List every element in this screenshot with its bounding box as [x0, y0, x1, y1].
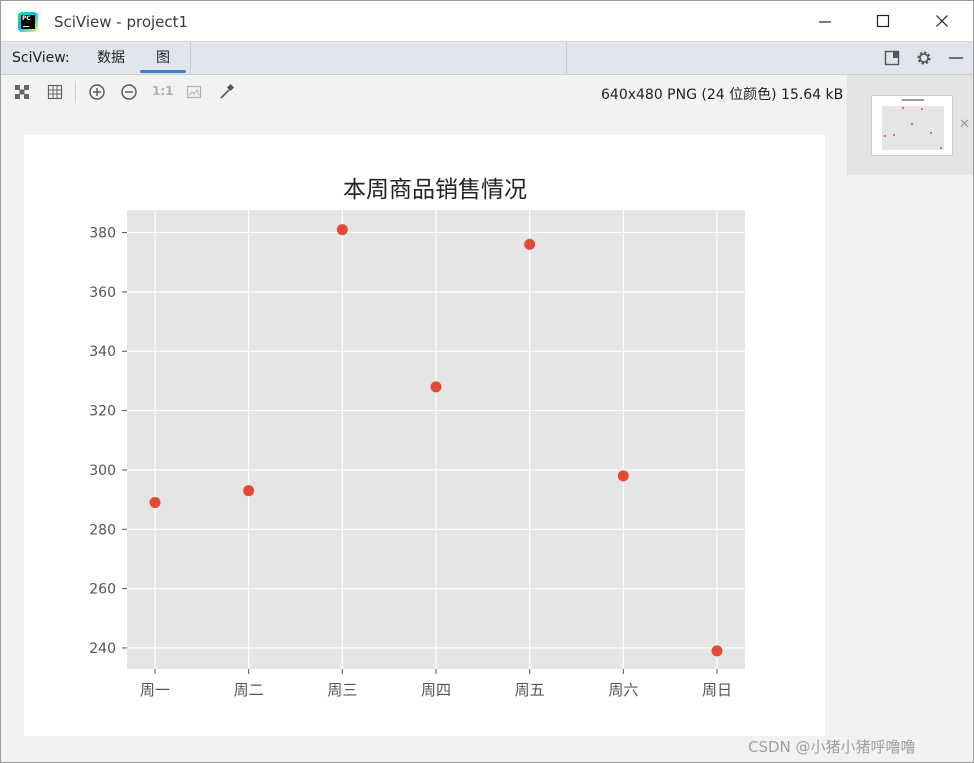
y-tick-label: 340: [89, 344, 116, 360]
hide-panel-icon[interactable]: [947, 49, 965, 67]
y-tick-label: 360: [89, 285, 116, 301]
color-picker-icon[interactable]: [218, 83, 236, 101]
chart-title: 本周商品销售情况: [343, 177, 527, 203]
toolbar-separator: [75, 81, 76, 103]
minimize-button[interactable]: [796, 1, 854, 41]
fit-to-window-icon[interactable]: [13, 83, 31, 101]
plot-image: 240 260 280 300 320 340 360 380 周一 周二 周三 周四 周五 周六 周日 本周…: [24, 135, 825, 736]
grid-icon[interactable]: [46, 83, 64, 101]
y-tick-label: 260: [89, 582, 116, 598]
x-tick-label: 周三: [327, 681, 357, 699]
y-tick-label: 380: [89, 226, 116, 242]
layout-icon[interactable]: [883, 49, 901, 67]
sciview-tab-bar: SciView: 数据 图: [1, 42, 973, 75]
image-info-text: 640x480 PNG (24 位颜色) 15.64 kB: [601, 87, 844, 103]
maximize-button[interactable]: [854, 1, 912, 41]
data-point: [430, 381, 442, 393]
y-tick-label: 280: [89, 522, 116, 538]
close-icon: [936, 15, 948, 27]
fit-zoom-icon[interactable]: [185, 83, 203, 101]
close-button[interactable]: [913, 1, 971, 41]
data-point: [524, 238, 536, 250]
thumbnail-preview: [882, 99, 944, 150]
tab-divider: [190, 42, 191, 74]
zoom-in-icon[interactable]: [88, 83, 106, 101]
sciview-window: PC SciView - project1 SciView: 数据 图 1:1 …: [0, 0, 974, 763]
image-toolbar: 1:1 640x480 PNG (24 位颜色) 15.64 kB: [1, 75, 847, 109]
y-tick-label: 300: [89, 463, 116, 479]
panel-divider: [566, 42, 567, 74]
zoom-out-icon[interactable]: [120, 83, 138, 101]
thumbnail-panel: ✕: [847, 75, 973, 175]
plot-thumbnail[interactable]: [871, 95, 953, 156]
x-tick-label: 周日: [702, 681, 732, 699]
close-thumbnail-icon[interactable]: ✕: [959, 117, 970, 132]
x-tick-label: 周六: [608, 681, 638, 699]
title-bar[interactable]: PC SciView - project1: [1, 1, 973, 42]
watermark-text: CSDN @小猪小猪呼噜噜: [748, 738, 916, 756]
x-tick-label: 周二: [234, 681, 264, 699]
x-tick-label: 周四: [421, 681, 451, 699]
pycharm-logo-icon: PC: [18, 12, 38, 32]
y-tick-label: 240: [89, 641, 116, 657]
maximize-icon: [876, 14, 890, 28]
scatter-chart: 240 260 280 300 320 340 360 380 周一 周二 周三 周四 周五 周六 周日 本周…: [89, 177, 745, 699]
minimize-icon: [819, 21, 831, 23]
tab-plots[interactable]: 图: [140, 42, 186, 74]
data-point: [617, 470, 629, 482]
actual-size-button[interactable]: 1:1: [152, 84, 174, 102]
data-point: [243, 485, 255, 497]
gear-icon[interactable]: [915, 49, 933, 67]
tab-data[interactable]: 数据: [85, 42, 137, 74]
data-point: [149, 497, 161, 509]
y-tick-label: 320: [89, 404, 116, 420]
data-point: [711, 645, 723, 657]
x-tick-label: 周五: [515, 681, 545, 699]
data-point: [336, 224, 348, 236]
x-tick-label: 周一: [140, 681, 170, 699]
window-title: SciView - project1: [54, 13, 189, 31]
sciview-label: SciView:: [12, 50, 70, 66]
